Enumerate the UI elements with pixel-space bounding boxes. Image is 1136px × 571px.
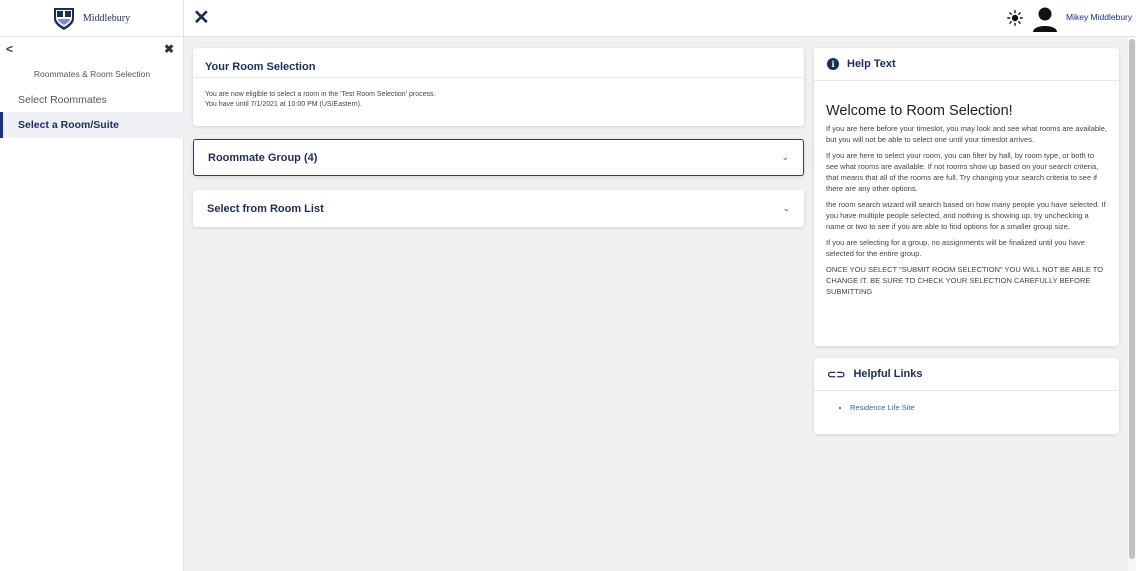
help-paragraph: the room search wizard will search based… [826, 200, 1106, 231]
chevron-down-icon: ⌄ [782, 203, 790, 213]
info-icon: i [827, 58, 839, 70]
room-list-accordion[interactable]: Select from Room List ⌄ [193, 190, 804, 227]
chevron-left-icon[interactable]: < [6, 42, 13, 56]
brand-logo[interactable]: Middlebury [0, 0, 184, 37]
list-item: Residence Life Site [850, 403, 1119, 412]
deadline-text: You have until 7/1/2021 at 10:00 PM (US/… [205, 101, 362, 108]
help-paragraph: ONCE YOU SELECT "SUBMIT ROOM SELECTION" … [826, 265, 1104, 296]
crest-icon [53, 7, 74, 30]
help-paragraph: If you are selecting for a group, no ass… [826, 238, 1085, 258]
help-paragraph: If you are here before your timeslot, yo… [826, 124, 1107, 144]
brand-name: Middlebury [82, 13, 131, 24]
top-bar: Middlebury ✕ Mikey Middlebury [0, 0, 1136, 37]
eligibility-text: You are now eligible to select a room in… [205, 91, 436, 98]
help-paragraph: If you are here to select your room, you… [826, 151, 1099, 193]
residence-life-link[interactable]: Residence Life Site [850, 403, 915, 412]
page-scrollbar[interactable] [1128, 37, 1136, 571]
helpful-links-card: ⊂⊃ Helpful Links Residence Life Site [814, 358, 1119, 434]
theme-toggle-icon[interactable] [1007, 10, 1023, 26]
help-text-card: i Help Text Welcome to Room Selection! I… [814, 48, 1119, 346]
accordion-label: Select from Room List [207, 202, 324, 215]
user-avatar-icon[interactable] [1031, 5, 1059, 33]
close-sidebar-icon[interactable]: ✖ [164, 42, 174, 56]
room-selection-card: Your Room Selection You are now eligible… [193, 48, 804, 126]
accordion-label: Roommate Group (4) [208, 151, 318, 164]
chevron-down-icon: ⌄ [781, 152, 789, 162]
room-selection-title: Your Room Selection [205, 61, 316, 73]
help-welcome-heading: Welcome to Room Selection! [826, 103, 1013, 119]
helpful-links-title: Helpful Links [853, 368, 923, 380]
sidebar: < ✖ Roommates & Room Selection Select Ro… [0, 37, 184, 571]
help-text-title: Help Text [847, 58, 896, 70]
user-name[interactable]: Mikey Middlebury [1066, 12, 1132, 22]
roommate-group-accordion[interactable]: Roommate Group (4) ⌄ [193, 139, 804, 176]
sidebar-item-select-roommates[interactable]: Select Roommates [0, 87, 184, 113]
sidebar-heading: Roommates & Room Selection [33, 69, 151, 79]
close-menu-icon[interactable]: ✕ [193, 6, 210, 30]
helpful-links-list: Residence Life Site [814, 391, 1119, 412]
link-icon: ⊂⊃ [827, 368, 846, 381]
sidebar-item-select-room-suite[interactable]: Select a Room/Suite [0, 112, 184, 138]
scrollbar-thumb[interactable] [1129, 39, 1135, 559]
